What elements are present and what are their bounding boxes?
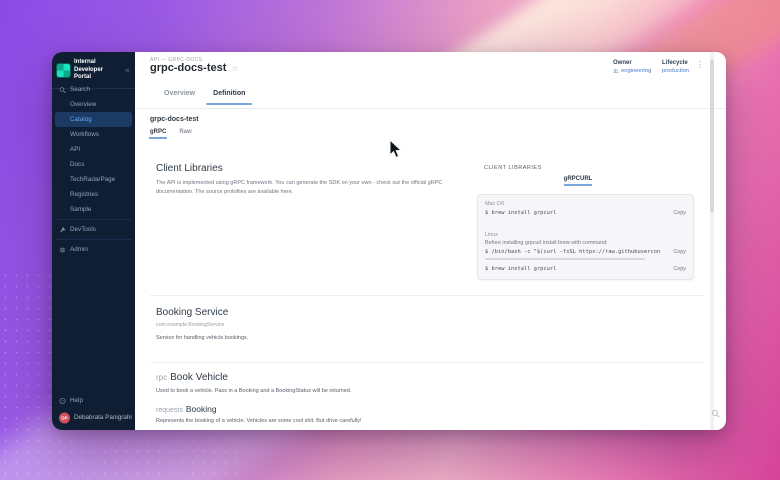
linux-note: Before installing grpcurl install brew w…: [485, 240, 686, 246]
command-row: $ /bin/bash -c "$(curl -fsSL https://raw…: [485, 249, 686, 255]
rpc-name: Book Vehicle: [170, 372, 228, 383]
user-avatar: DP: [59, 412, 70, 423]
requests-description: Represents the booking of a vehicle. Veh…: [156, 418, 361, 424]
owner-link[interactable]: engineering: [613, 68, 651, 74]
sidebar-item-sample[interactable]: Sample: [52, 202, 135, 217]
sidebar-item-label: Registries: [70, 191, 98, 198]
sidebar-item-registries[interactable]: Registries: [52, 187, 135, 202]
definition-card-title: grpc-docs-test: [150, 116, 199, 123]
sidebar-item-techradarpage[interactable]: TechRadarPage: [52, 172, 135, 187]
gear-icon: [59, 246, 66, 253]
lifecycle-meta: Lifecycle production: [662, 60, 689, 74]
zoom-widget-icon[interactable]: [711, 409, 720, 418]
requests-kind-label: requests: [156, 407, 183, 414]
section-divider: [150, 295, 704, 296]
booking-service-description: Service for handling vehicle bookings.: [156, 335, 248, 341]
sidebar-item-label: Catalog: [70, 116, 92, 123]
sidebar-divider: [56, 219, 131, 220]
page-title: grpc-docs-test: [150, 62, 226, 74]
sidebar-item-search[interactable]: Search: [52, 82, 135, 97]
client-libraries-panel-caption: CLIENT LIBRARIES: [484, 165, 542, 171]
favorite-star-icon[interactable]: ☆: [231, 64, 238, 73]
client-libraries-heading: Client Libraries: [156, 163, 223, 174]
sidebar-item-label: API: [70, 146, 80, 153]
sidebar-item-label: Docs: [70, 161, 84, 168]
sidebar-nav: Search Overview Catalog Workflows API Do…: [52, 82, 135, 257]
horizontal-scrollbar[interactable]: [485, 258, 645, 260]
user-name: Debabrata Panigrahi: [74, 414, 132, 421]
requests-booking-heading: requestsBooking: [156, 404, 217, 414]
sidebar-item-devtools[interactable]: DevTools: [52, 222, 135, 237]
lifecycle-label: Lifecycle: [662, 60, 689, 66]
sidebar-user[interactable]: DP Debabrata Panigrahi: [52, 410, 135, 425]
sidebar-collapse-icon[interactable]: [125, 67, 130, 74]
lifecycle-value-text: production: [662, 68, 689, 74]
more-options-icon[interactable]: ⋮: [696, 60, 704, 69]
sidebar-item-label: Sample: [70, 206, 91, 213]
sidebar-item-label: TechRadarPage: [70, 176, 115, 183]
sidebar: Internal Developer Portal Search Overvie…: [52, 52, 135, 430]
definition-subtabs: gRPC Raw: [150, 129, 192, 139]
sidebar-item-overview[interactable]: Overview: [52, 97, 135, 112]
copy-button[interactable]: Copy: [673, 210, 686, 216]
sidebar-divider: [56, 239, 131, 240]
copy-button[interactable]: Copy: [673, 266, 686, 272]
copy-button[interactable]: Copy: [673, 249, 686, 255]
owner-label: Owner: [613, 60, 651, 66]
section-divider: [150, 362, 704, 363]
client-libraries-description: The API is implemented using gRPC framew…: [156, 179, 470, 196]
sidebar-item-label: DevTools: [70, 226, 96, 233]
grpcurl-tab[interactable]: gRPCURL: [556, 176, 600, 186]
sidebar-item-label: Search: [70, 86, 90, 93]
desktop-background: Internal Developer Portal Search Overvie…: [0, 0, 780, 480]
lifecycle-value[interactable]: production: [662, 68, 689, 74]
svg-text:?: ?: [61, 399, 63, 403]
subtab-grpc[interactable]: gRPC: [150, 129, 166, 139]
owner-value: engineering: [621, 68, 651, 74]
subtab-raw[interactable]: Raw: [179, 129, 191, 139]
tab-definition[interactable]: Definition: [204, 86, 254, 105]
sidebar-item-catalog[interactable]: Catalog: [55, 112, 132, 127]
sidebar-item-label: Workflows: [70, 131, 99, 138]
sidebar-item-workflows[interactable]: Workflows: [52, 127, 135, 142]
command-row: $ brew install grpcurl Copy: [485, 210, 686, 216]
rpc-book-vehicle-heading: rpcBook Vehicle: [156, 372, 228, 383]
os-label-linux: Linux: [485, 232, 686, 238]
command-text: $ brew install grpcurl: [485, 266, 556, 272]
owner-meta: Owner engineering: [613, 60, 651, 74]
sidebar-item-label: Admin: [70, 246, 88, 253]
title-row: grpc-docs-test ☆: [150, 62, 239, 74]
install-commands-box: Mac OS $ brew install grpcurl Copy Linux…: [477, 194, 694, 280]
sidebar-item-admin[interactable]: Admin: [52, 242, 135, 257]
wrench-icon: [59, 226, 66, 233]
mouse-cursor: [388, 139, 402, 160]
command-text: $ brew install grpcurl: [485, 210, 556, 216]
entity-tabs: Overview Definition: [155, 86, 254, 105]
sidebar-item-label: Overview: [70, 101, 96, 108]
booking-service-fqn: com.example.BookingService: [156, 322, 224, 328]
help-icon: ?: [59, 397, 66, 404]
command-text: $ /bin/bash -c "$(curl -fsSL https://raw…: [485, 249, 660, 255]
group-icon: [613, 68, 619, 74]
command-row: $ brew install grpcurl Copy: [485, 266, 686, 272]
sidebar-item-help[interactable]: ? Help: [52, 393, 135, 408]
os-label-macos: Mac OS: [485, 201, 686, 207]
app-logo-title: Internal Developer Portal: [74, 59, 121, 82]
main-content: API — GRPC-DOCS grpc-docs-test ☆ Owner e…: [135, 52, 726, 430]
sidebar-item-label: Help: [70, 397, 83, 404]
vertical-scrollbar-thumb[interactable]: [710, 60, 714, 212]
app-window: Internal Developer Portal Search Overvie…: [52, 52, 726, 430]
requests-name: Booking: [186, 404, 217, 414]
sidebar-item-docs[interactable]: Docs: [52, 157, 135, 172]
sidebar-item-api[interactable]: API: [52, 142, 135, 157]
app-logo-icon: [57, 64, 70, 77]
rpc-kind-label: rpc: [156, 373, 167, 382]
booking-service-heading: Booking Service: [156, 307, 228, 318]
tab-overview[interactable]: Overview: [155, 86, 204, 105]
tabs-divider: [135, 108, 726, 109]
search-icon: [59, 86, 66, 93]
rpc-description: Used to book a vehicle. Pass in a Bookin…: [156, 388, 351, 394]
